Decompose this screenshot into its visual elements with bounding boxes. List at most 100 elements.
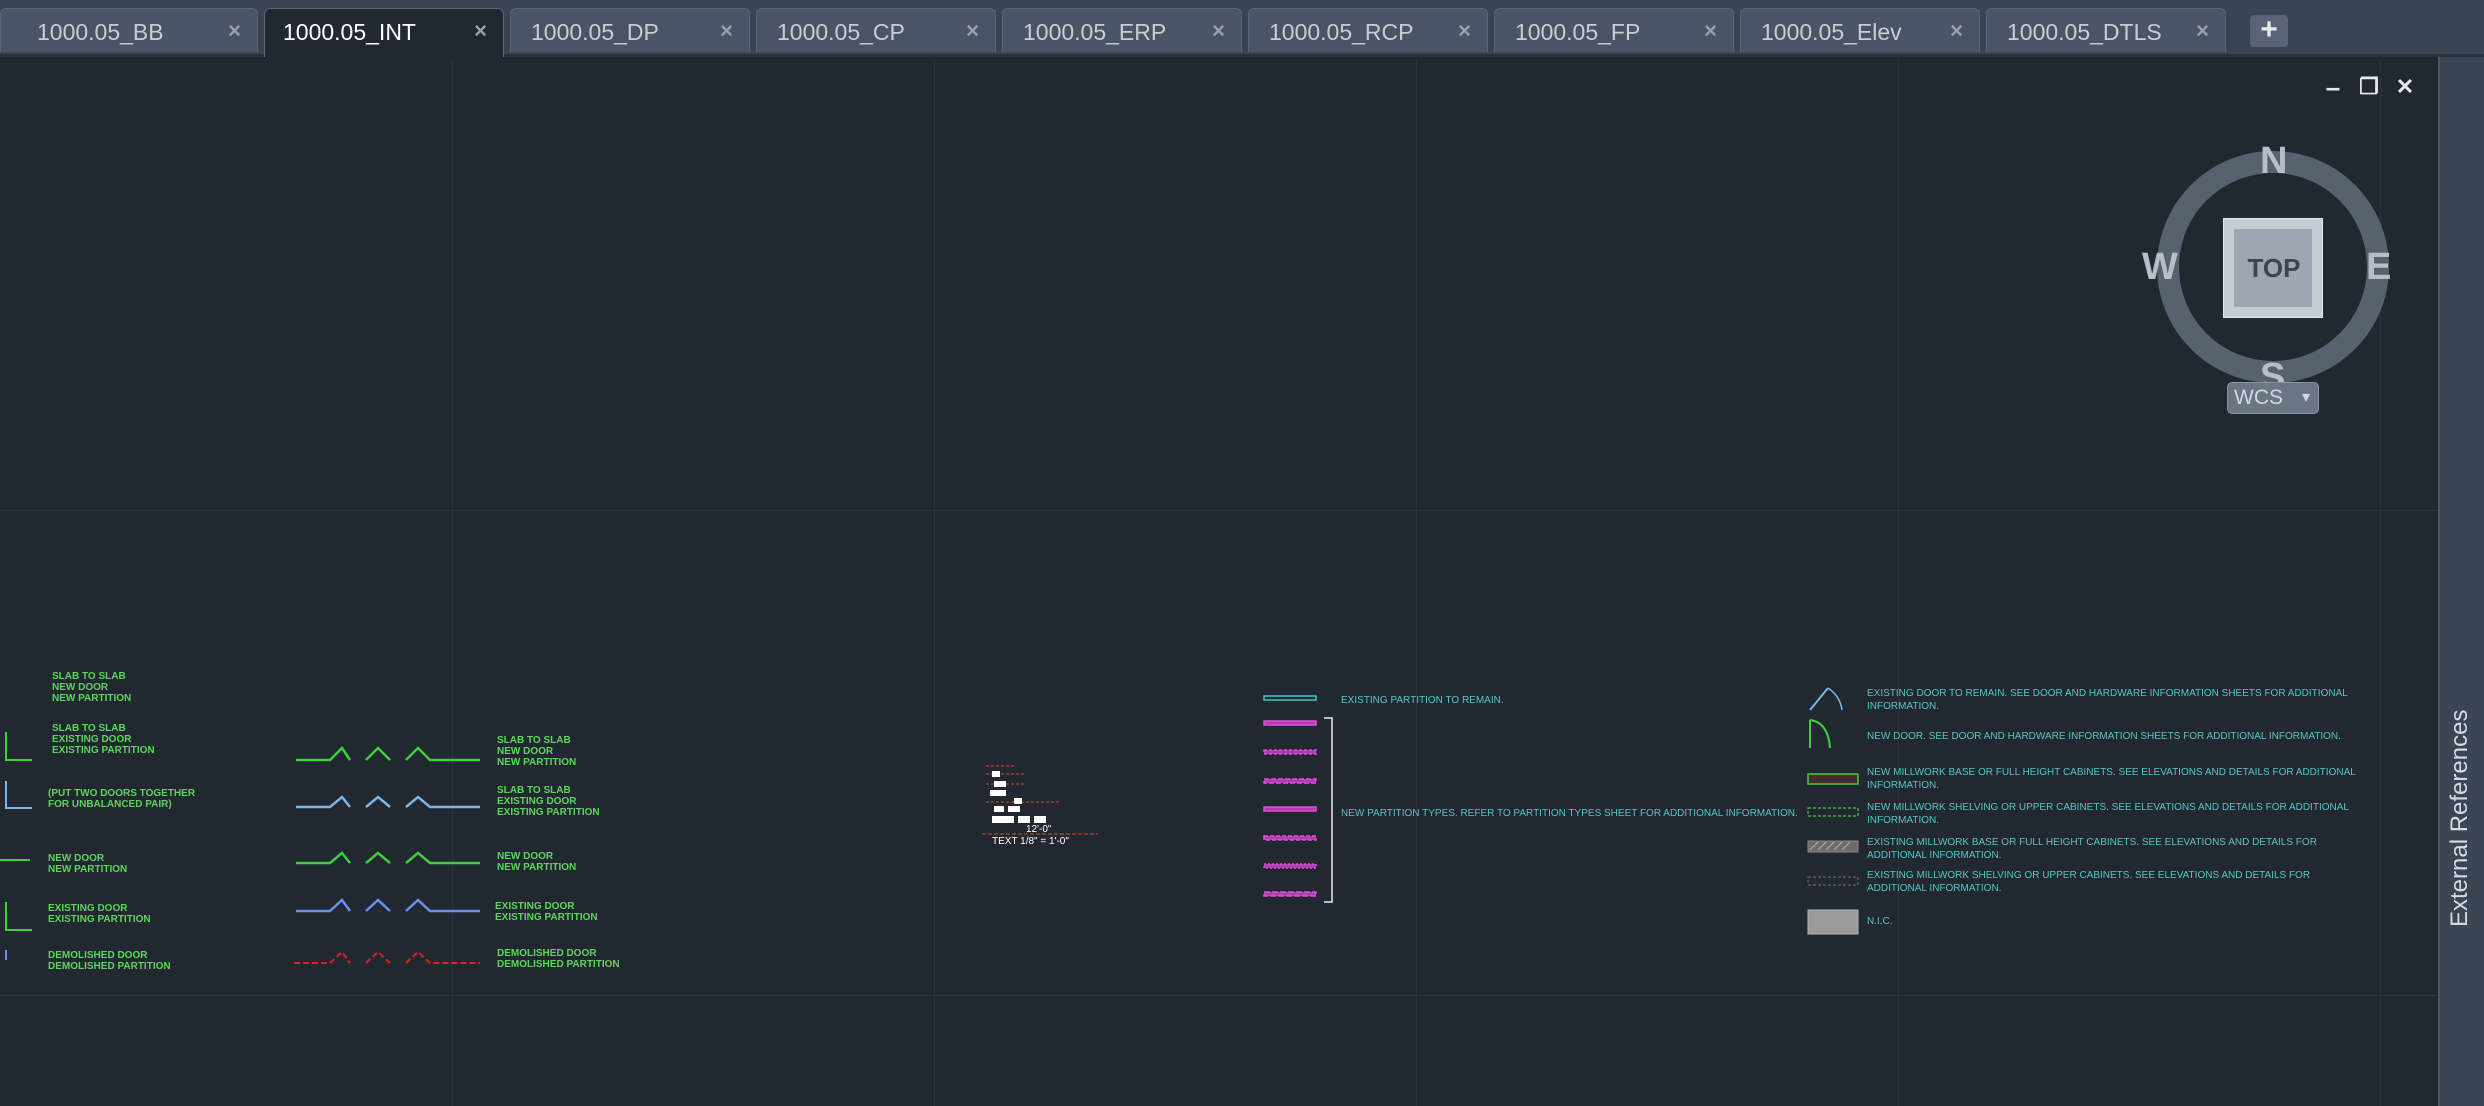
drawing-text: INFORMATION. (1867, 779, 1940, 791)
compass-east[interactable]: E (2366, 246, 2391, 289)
grid-line (1416, 60, 1417, 1106)
close-tab-icon[interactable]: × (228, 18, 241, 44)
drawing-text: EXISTING PARTITION (497, 807, 600, 819)
wcs-label: WCS (2234, 386, 2283, 409)
tab-label: 1000.05_Elev (1761, 19, 1902, 45)
tab-1000-05-erp[interactable]: 1000.05_ERP × (1002, 8, 1242, 52)
tab-1000-05-elev[interactable]: 1000.05_Elev × (1740, 8, 1980, 52)
legend-note: EXISTING MILLWORK SHELVING OR UPPER CABI… (1867, 870, 2310, 895)
external-references-label[interactable]: External References (2446, 710, 2474, 927)
minimize-icon[interactable]: – (2320, 74, 2346, 100)
drawing-text: NEW DOOR (497, 746, 554, 758)
drawing-text: EXISTING PARTITION (48, 914, 151, 926)
tab-1000-05-rcp[interactable]: 1000.05_RCP × (1248, 8, 1488, 52)
compass-west[interactable]: W (2142, 246, 2178, 289)
door-swing-symbols (294, 746, 480, 964)
close-tab-icon[interactable]: × (2196, 18, 2209, 44)
legend-note: NEW MILLWORK SHELVING OR UPPER CABINETS.… (1867, 802, 2349, 827)
legend-note: EXISTING MILLWORK BASE OR FULL HEIGHT CA… (1867, 837, 2317, 862)
tab-label: 1000.05_CP (777, 19, 905, 45)
close-tab-icon[interactable]: × (1458, 18, 1471, 44)
drawing-text: EXISTING DOOR (497, 796, 577, 808)
legend-label-block: SLAB TO SLAB EXISTING DOOR EXISTING PART… (497, 785, 600, 819)
tab-1000-05-dp[interactable]: 1000.05_DP × (510, 8, 750, 52)
drawing-text: EXISTING PARTITION (495, 912, 598, 924)
grid-line (0, 995, 2438, 996)
close-tab-icon[interactable]: × (1704, 18, 1717, 44)
partition-new-note: NEW PARTITION TYPES. REFER TO PARTITION … (1341, 808, 1798, 819)
drawing-text: NEW DOOR (48, 853, 105, 864)
legend-label-block: EXISTING DOOR EXISTING PARTITION (48, 903, 151, 925)
legend-label-block: NEW DOOR NEW PARTITION (497, 851, 576, 873)
close-tab-icon[interactable]: × (1212, 18, 1225, 44)
close-tab-icon[interactable]: × (966, 18, 979, 44)
drawing-text: NEW MILLWORK BASE OR FULL HEIGHT CABINET… (1867, 767, 2356, 778)
drawing-text: ADDITIONAL INFORMATION. (1867, 882, 2002, 894)
viewport-window-controls: – ❐ ✕ (2320, 74, 2420, 104)
drawing-text: DEMOLISHED PARTITION (48, 961, 171, 973)
new-tab-button[interactable]: + (2250, 15, 2288, 47)
legend-label-block: SLAB TO SLAB NEW DOOR NEW PARTITION (497, 735, 576, 769)
wcs-dropdown[interactable]: WCS ▾ (2227, 382, 2319, 414)
legend-note: NEW DOOR. SEE DOOR AND HARDWARE INFORMAT… (1867, 731, 2341, 744)
drawing-text: ADDITIONAL INFORMATION. (1867, 849, 2002, 861)
scale-text: TEXT 1/8" = 1'-0" (992, 836, 1069, 847)
tab-label: 1000.05_RCP (1269, 19, 1414, 45)
grid-line (934, 60, 935, 1106)
partition-type-symbols (1263, 695, 1333, 903)
drawing-text: EXISTING DOOR (48, 903, 128, 914)
tab-1000-05-dtls[interactable]: 1000.05_DTLS × (1986, 8, 2226, 52)
document-tab-bar: 1000.05_BB × 1000.05_INT × 1000.05_DP × … (0, 0, 2484, 57)
legend-label-block: EXISTING DOOR EXISTING PARTITION (495, 901, 598, 923)
tab-label: 1000.05_FP (1515, 19, 1641, 45)
drawing-text: INFORMATION. (1867, 814, 1940, 826)
grid-line (1898, 60, 1899, 1106)
drawing-text: DEMOLISHED PARTITION (497, 959, 620, 971)
tab-label: 1000.05_DP (531, 19, 659, 45)
drawing-text: NEW PARTITION (52, 693, 132, 705)
restore-icon[interactable]: ❐ (2356, 74, 2382, 100)
viewcube-top-face[interactable]: TOP (2223, 218, 2323, 318)
drawing-text: EXISTING PARTITION (52, 745, 155, 757)
tab-1000-05-cp[interactable]: 1000.05_CP × (756, 8, 996, 52)
chevron-down-icon: ▾ (2301, 389, 2310, 406)
viewcube[interactable]: N S E W TOP (2140, 140, 2400, 400)
legend-label-block: DEMOLISHED DOOR DEMOLISHED PARTITION (48, 950, 171, 972)
viewcube-face-label: TOP (2247, 253, 2301, 283)
legend-label-block: DEMOLISHED DOOR DEMOLISHED PARTITION (497, 948, 620, 970)
drawing-text: DEMOLISHED DOOR (497, 948, 597, 959)
tab-label: 1000.05_INT (283, 19, 416, 45)
close-tab-icon[interactable]: × (474, 18, 487, 44)
tab-label: 1000.05_DTLS (2007, 19, 2162, 45)
tab-1000-05-fp[interactable]: 1000.05_FP × (1494, 8, 1734, 52)
close-tab-icon[interactable]: × (1950, 18, 1963, 44)
drawing-text: EXISTING MILLWORK SHELVING OR UPPER CABI… (1867, 870, 2311, 881)
partition-existing-note: EXISTING PARTITION TO REMAIN. (1341, 695, 1504, 706)
close-viewport-icon[interactable]: ✕ (2392, 74, 2418, 100)
drawing-text: EXISTING MILLWORK BASE OR FULL HEIGHT CA… (1867, 837, 2317, 848)
drawing-text: NEW PARTITION (497, 862, 577, 874)
drawing-canvas[interactable]: – ❐ ✕ N S E W TOP WCS ▾ SLAB TO SLAB NEW… (0, 60, 2438, 1106)
drawing-text: SLAB TO SLAB (497, 785, 571, 796)
legend-note: EXISTING DOOR TO REMAIN. SEE DOOR AND HA… (1867, 688, 2348, 713)
door-millwork-symbols (1807, 687, 1859, 935)
close-tab-icon[interactable]: × (720, 18, 733, 44)
scale-dimension: 12'-0" (1026, 824, 1052, 835)
drawing-text: SLAB TO SLAB (497, 735, 571, 746)
drawing-text: NEW PARTITION (48, 864, 128, 876)
grid-line (0, 510, 2438, 511)
legend-label-block: SLAB TO SLAB EXISTING DOOR EXISTING PART… (52, 723, 155, 757)
external-references-panel[interactable]: External References (2438, 57, 2484, 1106)
tab-1000-05-int[interactable]: 1000.05_INT × (264, 8, 504, 57)
drawing-text: SLAB TO SLAB (52, 723, 126, 734)
drawing-text: EXISTING DOOR (495, 901, 575, 912)
drawing-text: FOR UNBALANCED PAIR) (48, 799, 172, 811)
drawing-text: (PUT TWO DOORS TOGETHER (48, 788, 196, 799)
legend-label-block: NEW DOOR NEW PARTITION (48, 853, 127, 875)
compass-north[interactable]: N (2260, 140, 2287, 183)
legend-note: N.I.C. (1867, 916, 1893, 929)
drawing-text: NEW DOOR (52, 682, 109, 694)
legend-label-block: (PUT TWO DOORS TOGETHER FOR UNBALANCED P… (48, 788, 195, 810)
drawing-text: DEMOLISHED DOOR (48, 950, 148, 961)
tab-1000-05-bb[interactable]: 1000.05_BB × (0, 8, 258, 52)
